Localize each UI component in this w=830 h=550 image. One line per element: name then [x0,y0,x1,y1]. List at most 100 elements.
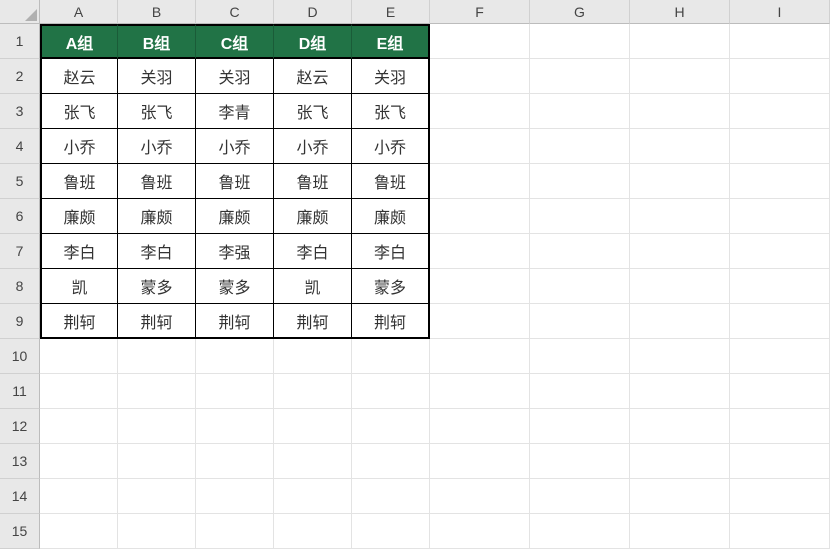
table-cell-E2[interactable]: 关羽 [352,59,430,94]
row-header-10[interactable]: 10 [0,339,40,374]
cell-E15[interactable] [352,514,430,549]
cell-A15[interactable] [40,514,118,549]
cell-D13[interactable] [274,444,352,479]
cell-D10[interactable] [274,339,352,374]
cell-H5[interactable] [630,164,730,199]
cell-D15[interactable] [274,514,352,549]
table-cell-A5[interactable]: 鲁班 [40,164,118,199]
row-header-4[interactable]: 4 [0,129,40,164]
cell-F1[interactable] [430,24,530,59]
cell-G13[interactable] [530,444,630,479]
cell-H2[interactable] [630,59,730,94]
cell-A14[interactable] [40,479,118,514]
cell-G12[interactable] [530,409,630,444]
table-header-A[interactable]: A组 [40,24,118,59]
cell-B11[interactable] [118,374,196,409]
table-cell-C7[interactable]: 李强 [196,234,274,269]
cell-G15[interactable] [530,514,630,549]
cell-I12[interactable] [730,409,830,444]
cell-F3[interactable] [430,94,530,129]
row-header-15[interactable]: 15 [0,514,40,549]
col-header-F[interactable]: F [430,0,530,24]
table-cell-A3[interactable]: 张飞 [40,94,118,129]
cell-F10[interactable] [430,339,530,374]
cell-B15[interactable] [118,514,196,549]
row-header-5[interactable]: 5 [0,164,40,199]
cell-E14[interactable] [352,479,430,514]
table-cell-D8[interactable]: 凯 [274,269,352,304]
table-header-D[interactable]: D组 [274,24,352,59]
table-cell-C3[interactable]: 李青 [196,94,274,129]
cell-A11[interactable] [40,374,118,409]
table-cell-E9[interactable]: 荆轲 [352,304,430,339]
row-header-13[interactable]: 13 [0,444,40,479]
cell-H12[interactable] [630,409,730,444]
table-cell-E5[interactable]: 鲁班 [352,164,430,199]
cell-G9[interactable] [530,304,630,339]
row-header-11[interactable]: 11 [0,374,40,409]
cell-H4[interactable] [630,129,730,164]
cell-H13[interactable] [630,444,730,479]
table-cell-B2[interactable]: 关羽 [118,59,196,94]
cell-I1[interactable] [730,24,830,59]
table-cell-D3[interactable]: 张飞 [274,94,352,129]
cell-D11[interactable] [274,374,352,409]
table-cell-C6[interactable]: 廉颇 [196,199,274,234]
cell-B12[interactable] [118,409,196,444]
table-cell-E7[interactable]: 李白 [352,234,430,269]
table-cell-A8[interactable]: 凯 [40,269,118,304]
cell-G7[interactable] [530,234,630,269]
row-header-12[interactable]: 12 [0,409,40,444]
table-cell-B5[interactable]: 鲁班 [118,164,196,199]
row-header-6[interactable]: 6 [0,199,40,234]
cell-I3[interactable] [730,94,830,129]
cell-I6[interactable] [730,199,830,234]
cell-F9[interactable] [430,304,530,339]
cell-G8[interactable] [530,269,630,304]
table-cell-A6[interactable]: 廉颇 [40,199,118,234]
cell-E10[interactable] [352,339,430,374]
cell-I10[interactable] [730,339,830,374]
table-header-C[interactable]: C组 [196,24,274,59]
cell-C10[interactable] [196,339,274,374]
table-cell-D2[interactable]: 赵云 [274,59,352,94]
cell-D12[interactable] [274,409,352,444]
cell-G11[interactable] [530,374,630,409]
table-cell-B4[interactable]: 小乔 [118,129,196,164]
cell-I11[interactable] [730,374,830,409]
cell-F12[interactable] [430,409,530,444]
cell-H7[interactable] [630,234,730,269]
cell-A13[interactable] [40,444,118,479]
cell-A12[interactable] [40,409,118,444]
col-header-I[interactable]: I [730,0,830,24]
cell-G1[interactable] [530,24,630,59]
cell-G5[interactable] [530,164,630,199]
cell-H11[interactable] [630,374,730,409]
table-cell-D7[interactable]: 李白 [274,234,352,269]
cell-I13[interactable] [730,444,830,479]
col-header-C[interactable]: C [196,0,274,24]
cell-F5[interactable] [430,164,530,199]
cell-D14[interactable] [274,479,352,514]
table-cell-E6[interactable]: 廉颇 [352,199,430,234]
cell-E13[interactable] [352,444,430,479]
row-header-7[interactable]: 7 [0,234,40,269]
spreadsheet-grid[interactable]: ABCDEFGHI1A组B组C组D组E组2赵云关羽关羽赵云关羽3张飞张飞李青张飞… [0,0,830,549]
cell-F6[interactable] [430,199,530,234]
cell-F2[interactable] [430,59,530,94]
cell-H9[interactable] [630,304,730,339]
table-cell-C9[interactable]: 荆轲 [196,304,274,339]
table-cell-D9[interactable]: 荆轲 [274,304,352,339]
cell-I8[interactable] [730,269,830,304]
cell-F7[interactable] [430,234,530,269]
table-cell-E8[interactable]: 蒙多 [352,269,430,304]
table-cell-B6[interactable]: 廉颇 [118,199,196,234]
col-header-A[interactable]: A [40,0,118,24]
col-header-E[interactable]: E [352,0,430,24]
cell-B14[interactable] [118,479,196,514]
cell-G4[interactable] [530,129,630,164]
cell-F11[interactable] [430,374,530,409]
cell-H8[interactable] [630,269,730,304]
cell-B10[interactable] [118,339,196,374]
table-header-B[interactable]: B组 [118,24,196,59]
